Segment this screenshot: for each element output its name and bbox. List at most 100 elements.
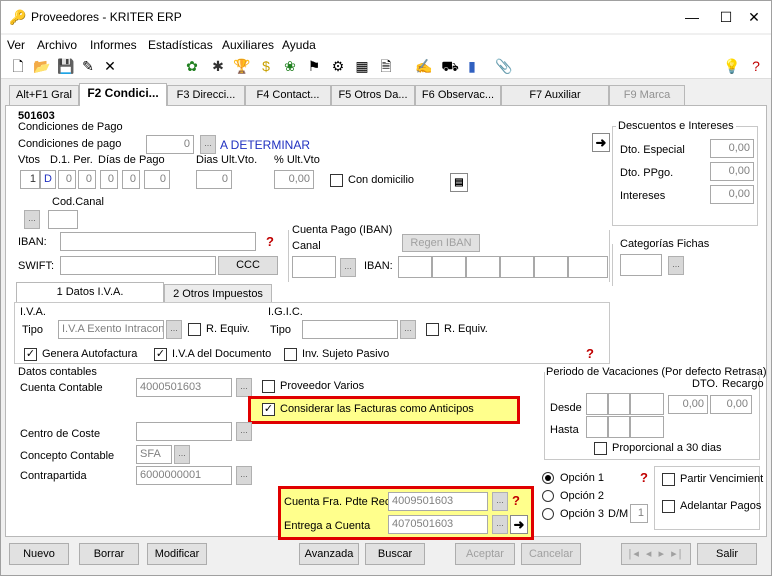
inv-sujeto-pasivo-checkbox[interactable] [284, 348, 297, 361]
tool-grid-icon[interactable]: ▦ [353, 57, 371, 75]
concepto-contable-lookup-button[interactable]: ... [174, 445, 190, 464]
minimize-button[interactable]: — [677, 7, 707, 27]
tab-general[interactable]: Alt+F1 Gral [9, 85, 79, 105]
entrega-cuenta-lookup-button[interactable]: ... [492, 515, 508, 534]
iban-part-3[interactable] [466, 256, 500, 278]
delete-icon[interactable]: ✕ [101, 57, 119, 75]
iban-part-6[interactable] [568, 256, 608, 278]
concepto-contable-input[interactable]: SFA [136, 445, 172, 464]
entrega-cuenta-arrow-button[interactable]: ➜ [510, 515, 528, 534]
intereses-input[interactable]: 0,00 [710, 185, 754, 204]
tool-coin-icon[interactable]: $ [257, 57, 275, 75]
subtab-otros-impuestos[interactable]: 2 Otros Impuestos [164, 284, 272, 302]
tool-gear-icon[interactable]: ⚙ [329, 57, 347, 75]
menu-ver[interactable]: Ver [7, 38, 25, 52]
salir-button[interactable]: Salir [697, 543, 757, 565]
help-icon[interactable]: ? [747, 57, 765, 75]
iban-part-5[interactable] [534, 256, 568, 278]
opcion3-radio[interactable] [542, 508, 554, 520]
dias-pago-4[interactable]: 0 [122, 170, 140, 189]
edit-icon[interactable]: ✎ [79, 57, 97, 75]
new-document-icon[interactable]: 🗋 [9, 57, 27, 75]
dto-especial-input[interactable]: 0,00 [710, 139, 754, 158]
dto-ppgo-input[interactable]: 0,00 [710, 162, 754, 181]
dias-pago-5[interactable]: 0 [144, 170, 170, 189]
adelantar-pagos-checkbox[interactable] [662, 500, 675, 513]
tab-observaciones[interactable]: F6 Observac... [415, 85, 501, 105]
menu-ayuda[interactable]: Ayuda [282, 38, 316, 52]
entrega-cuenta-input[interactable]: 4070501603 [388, 515, 488, 534]
tab-condiciones[interactable]: F2 Condici... [79, 83, 167, 106]
categorias-lookup-button[interactable]: ... [668, 256, 684, 275]
hasta-month-input[interactable] [608, 416, 630, 438]
subtab-datos-iva[interactable]: 1 Datos I.V.A. [16, 282, 164, 302]
iban-help-icon[interactable]: ? [266, 234, 274, 249]
dias-pago-2[interactable]: 0 [78, 170, 96, 189]
domicilio-edit-button[interactable]: ▤ [450, 173, 468, 192]
close-button[interactable]: ✕ [739, 7, 769, 27]
igic-tipo-input[interactable] [302, 320, 398, 339]
iva-tipo-lookup-button[interactable]: ... [166, 320, 182, 339]
cuenta-contable-lookup-button[interactable]: ... [236, 378, 252, 397]
maximize-button[interactable]: ☐ [711, 7, 741, 27]
ccc-button[interactable]: CCC [218, 256, 278, 275]
vac-recargo-input[interactable]: 0,00 [710, 395, 752, 414]
vac-dto-input[interactable]: 0,00 [668, 395, 708, 414]
iban-part-2[interactable] [432, 256, 466, 278]
menu-archivo[interactable]: Archivo [37, 38, 77, 52]
pct-ult-input[interactable]: 0,00 [274, 170, 314, 189]
categorias-input[interactable] [620, 254, 662, 276]
codcanal-input[interactable] [48, 210, 78, 229]
opcion2-radio[interactable] [542, 490, 554, 502]
tab-auxiliar[interactable]: F7 Auxiliar [501, 85, 609, 105]
iva-requiv-checkbox[interactable] [188, 323, 201, 336]
dper-input[interactable]: D [40, 170, 56, 189]
tool-chart-icon[interactable]: ⚑ [305, 57, 323, 75]
tool-star-icon[interactable]: ✱ [209, 57, 227, 75]
proporcional-checkbox[interactable] [594, 442, 607, 455]
tool-trophy-icon[interactable]: 🏆 [233, 57, 251, 75]
cond-pago-arrow-button[interactable]: ➜ [592, 133, 610, 152]
considerar-anticipos-checkbox[interactable]: ✓ [262, 403, 275, 416]
opcion1-radio[interactable] [542, 472, 554, 484]
dias-ult-input[interactable]: 0 [196, 170, 232, 189]
desde-day-input[interactable] [586, 393, 608, 415]
attach-icon[interactable]: 📎 [495, 57, 513, 75]
tab-otros-datos[interactable]: F5 Otros Da... [331, 85, 415, 105]
nuevo-button[interactable]: Nuevo [9, 543, 69, 565]
tool-green-icon[interactable]: ✿ [183, 57, 201, 75]
opciones-help-icon[interactable]: ? [640, 470, 648, 485]
centro-coste-lookup-button[interactable]: ... [236, 422, 252, 441]
tab-direcciones[interactable]: F3 Direcci... [167, 85, 245, 105]
impuestos-help-icon[interactable]: ? [586, 346, 594, 361]
hasta-day-input[interactable] [586, 416, 608, 438]
genera-autofactura-checkbox[interactable]: ✓ [24, 348, 37, 361]
iban-input[interactable] [60, 232, 256, 251]
record-navigation[interactable]: |◂ ◂ ▸ ▸| [621, 543, 691, 565]
dias-pago-1[interactable]: 0 [58, 170, 76, 189]
igic-tipo-lookup-button[interactable]: ... [400, 320, 416, 339]
dias-pago-3[interactable]: 0 [100, 170, 118, 189]
tool-bottle-icon[interactable]: ▮ [463, 57, 481, 75]
tool-document-icon[interactable]: 🗎 [377, 57, 395, 75]
modificar-button[interactable]: Modificar [147, 543, 207, 565]
menu-estadisticas[interactable]: Estadísticas [148, 38, 213, 52]
iban-part-4[interactable] [500, 256, 534, 278]
igic-requiv-checkbox[interactable] [426, 323, 439, 336]
tab-contactos[interactable]: F4 Contact... [245, 85, 331, 105]
buscar-button[interactable]: Buscar [365, 543, 425, 565]
regen-iban-button[interactable]: Regen IBAN [402, 234, 480, 252]
cuenta-contable-input[interactable]: 4000501603 [136, 378, 232, 397]
menu-informes[interactable]: Informes [90, 38, 137, 52]
contrapartida-input[interactable]: 6000000001 [136, 466, 232, 485]
cuenta-fra-help-icon[interactable]: ? [512, 493, 520, 508]
hasta-year-input[interactable] [630, 416, 664, 438]
iva-documento-checkbox[interactable]: ✓ [154, 348, 167, 361]
cond-pago-lookup-button[interactable]: ... [200, 135, 216, 154]
save-icon[interactable]: 💾 [57, 57, 75, 75]
tool-flower-icon[interactable]: ❀ [281, 57, 299, 75]
desde-month-input[interactable] [608, 393, 630, 415]
avanzada-button[interactable]: Avanzada [299, 543, 359, 565]
swift-input[interactable] [60, 256, 216, 275]
proveedor-varios-checkbox[interactable] [262, 380, 275, 393]
